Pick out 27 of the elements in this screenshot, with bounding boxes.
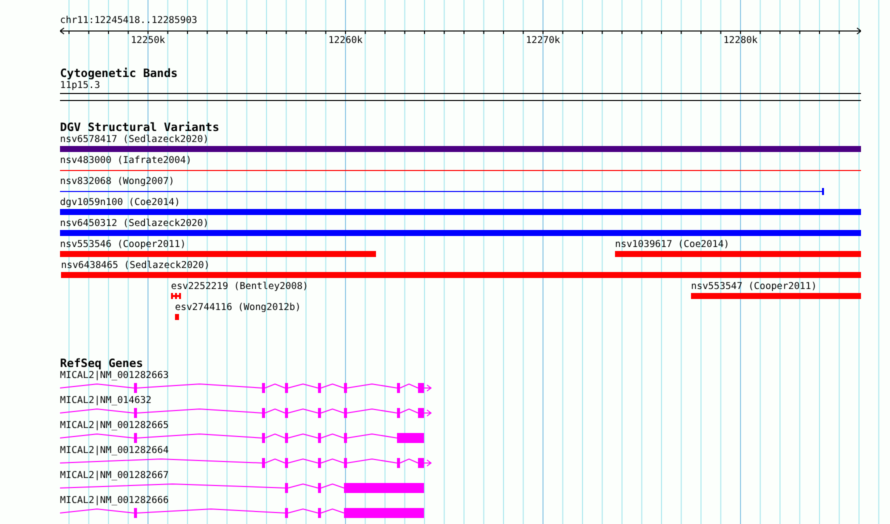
gene-label: MICAL2|NM_014632 [60,395,153,407]
gene-label: MICAL2|NM_001282663 [60,370,170,382]
tick-label: 12270k [526,35,560,47]
gene-label: MICAL2|NM_001282667 [60,470,170,482]
gene-label: MICAL2|NM_001282664 [60,445,170,457]
variant-label: nsv1039617 (Coe2014) [615,239,730,251]
line-end-icon [822,188,824,195]
variant-label: nsv553547 (Cooper2011) [691,281,817,293]
variant-label: nsv6578417 (Sedlazeck2020) [60,134,209,146]
variant-label: nsv6450312 (Sedlazeck2020) [60,218,209,230]
variant-label: nsv6438465 (Sedlazeck2020) [61,260,210,272]
track-title: RefSeq Genes [60,357,144,370]
variant-label: nsv483000 (Iafrate2004) [60,155,192,167]
variant-label: nsv832068 (Wong2007) [60,176,174,188]
variant-label: dgv1059n100 (Coe2014) [60,197,180,209]
tick-label: 12250k [130,35,166,47]
location-label: chr11:12245418..12285903 [60,15,198,27]
track-title: Cytogenetic Bands [60,67,179,80]
track-title: DGV Structural Variants [60,121,220,134]
variant-label: esv2744116 (Wong2012b) [175,302,301,314]
tick-label: 12260k [328,35,363,47]
gene-label: MICAL2|NM_001282665 [60,420,170,432]
band-label: 11p15.3 [60,80,102,92]
variant-label: nsv553546 (Cooper2011) [60,239,186,251]
variant-label: esv2252219 (Bentley2008) [171,281,308,293]
gene-label: MICAL2|NM_001282666 [60,495,170,507]
tick-label: 12280k [723,35,758,47]
